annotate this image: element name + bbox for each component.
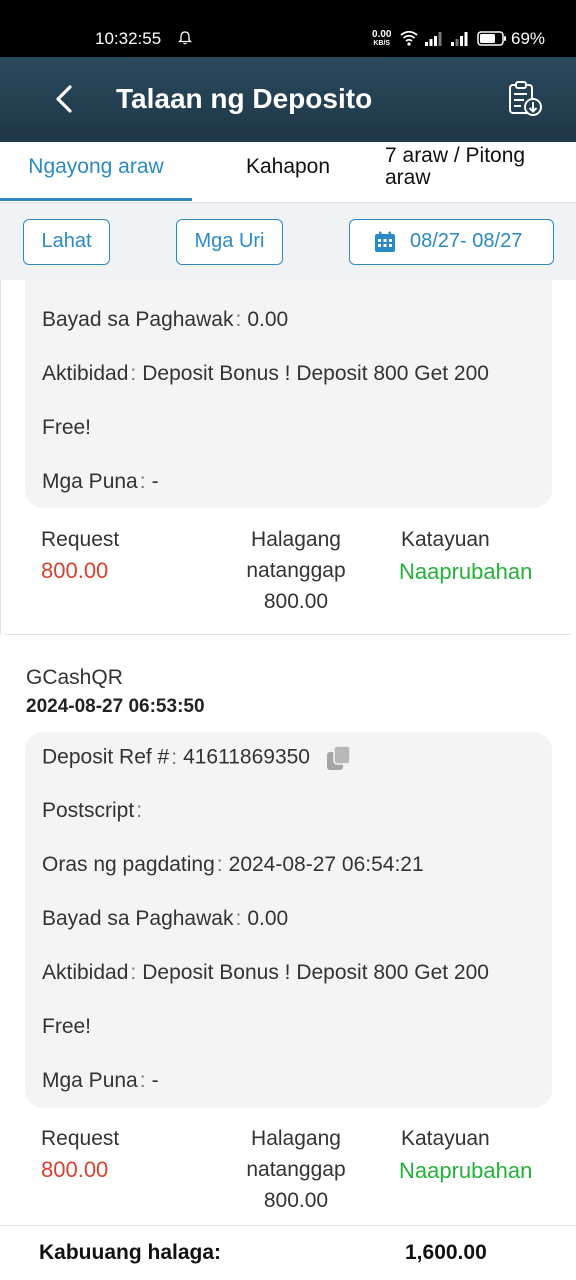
request-amount-2: 800.00 [41, 1157, 109, 1182]
activity-value: Deposit Bonus ! Deposit 800 Get 200 [142, 961, 489, 984]
date-range-label: 08/27- 08/27 [410, 230, 523, 252]
received-amount-block: Halagang natanggap 800.00 [231, 524, 361, 617]
separator: : [139, 1069, 146, 1092]
active-tab-indicator [0, 198, 192, 201]
separator: : [136, 799, 143, 822]
request-amount: 800.00 [41, 558, 109, 583]
page-title: Talaan ng Deposito [116, 83, 373, 114]
received-amount: 800.00 [263, 590, 329, 613]
status-value: Naaprubahan [399, 559, 533, 584]
tab-yesterday[interactable]: Kahapon [192, 142, 384, 202]
fee-label: Bayad sa Paghawak [42, 308, 234, 331]
record-details-2: Deposit Ref #: 41611869350 Postscript: Or… [25, 732, 552, 1108]
date-range-button[interactable]: 08/27- 08/27 [349, 219, 554, 265]
fee-value: 0.00 [247, 907, 289, 930]
filter-all-button[interactable]: Lahat [23, 219, 110, 265]
request-label: Request [41, 528, 120, 551]
fee-label: Bayad sa Paghawak [42, 907, 234, 930]
received-amount-block-2: Halagang natanggap 800.00 [231, 1123, 361, 1216]
status-label: Katayuan [401, 528, 490, 551]
received-label: Halagang [251, 1127, 341, 1150]
fee-value: 0.00 [247, 308, 289, 331]
arrival-value: 2024-08-27 06:54:21 [228, 853, 424, 876]
separator: : [171, 745, 178, 769]
received-label-2: natanggap [246, 559, 346, 582]
remarks-value: - [151, 1069, 159, 1092]
separator: : [139, 470, 146, 493]
back-icon[interactable] [46, 79, 82, 119]
battery-percent: 69% [511, 29, 546, 48]
bell-icon [178, 31, 192, 45]
activity-value-cont: Free! [42, 416, 92, 439]
activity-label: Aktibidad [42, 362, 129, 385]
app-header: Talaan ng Deposito [0, 57, 576, 142]
calendar-icon [375, 231, 395, 252]
ref-label: Deposit Ref # [42, 745, 170, 769]
remarks-label: Mga Puna [42, 1069, 138, 1092]
received-label-2: natanggap [246, 1158, 346, 1181]
remarks-label: Mga Puna [42, 470, 138, 493]
arrival-label: Oras ng pagdating [42, 853, 215, 876]
remarks-value: - [151, 470, 159, 493]
separator: : [130, 961, 137, 984]
clock: 10:32:55 [95, 29, 162, 48]
record-divider [5, 634, 571, 635]
separator: : [235, 308, 242, 331]
status-label-2: Katayuan [401, 1127, 490, 1150]
battery-icon [477, 31, 506, 46]
record-datetime: 2024-08-27 06:53:50 [26, 696, 205, 717]
separator: : [130, 362, 137, 385]
wifi-icon [400, 30, 418, 46]
remarks-row-2: Mga Puna: - [42, 1069, 159, 1093]
activity-row-cont: Free! [42, 416, 91, 440]
fee-row-2: Bayad sa Paghawak: 0.00 [42, 907, 288, 931]
separator: : [216, 853, 223, 876]
activity-value: Deposit Bonus ! Deposit 800 Get 200 [142, 362, 489, 385]
activity-label: Aktibidad [42, 961, 129, 984]
postscript-label: Postscript [42, 799, 135, 822]
copy-icon[interactable] [326, 745, 352, 771]
ref-row: Deposit Ref #: 41611869350 [42, 745, 352, 771]
status-bar: 10:32:55 0.00 KB/S 69% [0, 0, 576, 57]
remarks-row: Mga Puna: - [42, 470, 159, 494]
card-edge [0, 280, 1, 635]
postscript-row: Postscript: [42, 799, 148, 823]
signal-icon [425, 32, 442, 46]
record-details: Bayad sa Paghawak: 0.00 Aktibidad: Deposit… [25, 280, 552, 508]
received-amount: 800.00 [263, 1189, 329, 1212]
tab-today[interactable]: Ngayong araw [0, 142, 192, 202]
net-speed-unit: KB/S [373, 40, 391, 47]
tab-seven-days[interactable]: 7 araw / Pitong araw [385, 142, 575, 202]
activity-row: Aktibidad: Deposit Bonus ! Deposit 800 Ge… [42, 362, 489, 386]
deposit-list[interactable]: Bayad sa Paghawak: 0.00 Aktibidad: Deposit… [0, 280, 576, 1225]
activity-row-2-cont: Free! [42, 1015, 91, 1039]
activity-value-cont: Free! [42, 1015, 92, 1038]
export-clipboard-icon[interactable] [505, 79, 545, 119]
total-value: 1,600.00 [405, 1241, 487, 1264]
net-speed-value: 0.00 [372, 29, 392, 40]
arrival-row: Oras ng pagdating: 2024-08-27 06:54:21 [42, 853, 424, 877]
payment-method: GCashQR [26, 666, 123, 689]
status-value-2: Naaprubahan [399, 1158, 533, 1183]
filter-types-button[interactable]: Mga Uri [176, 219, 283, 265]
filter-bar: Lahat Mga Uri 08/27- 08/27 [0, 202, 576, 280]
ref-value: 41611869350 [183, 745, 310, 769]
request-label-2: Request [41, 1127, 120, 1150]
total-label: Kabuuang halaga: [39, 1241, 222, 1264]
net-speed: 0.00 KB/S [372, 30, 391, 48]
fee-row: Bayad sa Paghawak: 0.00 [42, 308, 288, 332]
received-label: Halagang [251, 528, 341, 551]
date-tabs: Ngayong araw Kahapon 7 araw / Pitong ara… [0, 142, 576, 202]
total-footer: Kabuuang halaga: 1,600.00 [0, 1225, 576, 1280]
activity-row-2: Aktibidad: Deposit Bonus ! Deposit 800 Ge… [42, 961, 489, 985]
separator: : [235, 907, 242, 930]
signal-icon-2 [451, 32, 468, 46]
